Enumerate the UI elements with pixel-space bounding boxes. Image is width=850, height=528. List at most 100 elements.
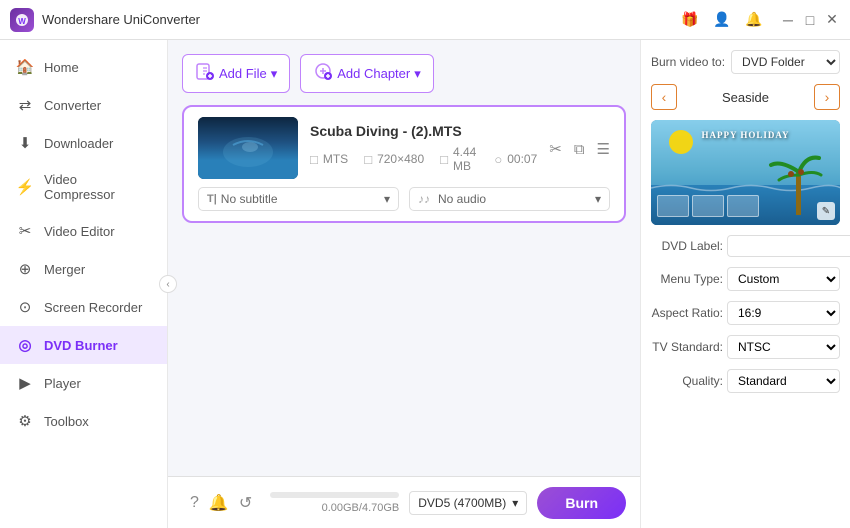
add-chapter-icon xyxy=(313,61,333,86)
toolbox-icon: ⚙ xyxy=(16,412,34,430)
burn-video-to-row: Burn video to: DVD FolderISO File xyxy=(651,50,840,74)
maximize-button[interactable]: □ xyxy=(802,12,818,28)
audio-dropdown-icon: ▾ xyxy=(595,192,601,206)
titlebar: W Wondershare UniConverter 🎁 👤 🔔 ─ □ ✕ xyxy=(0,0,850,40)
dvd-burner-icon: ◎ xyxy=(16,336,34,354)
sidebar: 🏠 Home ⇄ Converter ⬇ Downloader ⚡ Video … xyxy=(0,40,168,528)
compressor-icon: ⚡ xyxy=(16,178,34,196)
resolution-value: 720×480 xyxy=(377,152,424,166)
subtitle-select[interactable]: T| No subtitle ▾ xyxy=(198,187,399,211)
app-logo: W xyxy=(10,8,34,32)
sidebar-collapse-button[interactable]: ‹ xyxy=(159,275,177,293)
bottom-icons: ? 🔔 ↺ xyxy=(182,493,260,513)
file-actions: ✂ ⧉ ☰ xyxy=(549,138,610,158)
sidebar-item-video-editor[interactable]: ✂ Video Editor xyxy=(0,212,167,250)
add-chapter-label: Add Chapter xyxy=(337,66,410,81)
player-icon: ▶ xyxy=(16,374,34,392)
tv-standard-select[interactable]: NTSC PAL xyxy=(727,335,840,359)
format-icon: □ xyxy=(310,152,318,167)
audio-label: No audio xyxy=(438,192,591,206)
file-info: Scuba Diving - (2).MTS □ MTS □ 720×480 xyxy=(310,123,537,173)
progress-area: 0.00GB/4.70GB xyxy=(270,492,399,514)
subtitle-label: No subtitle xyxy=(221,192,380,206)
notification-icon[interactable]: 🔔 xyxy=(209,493,229,513)
duration-value: 00:07 xyxy=(507,152,537,166)
file-meta: □ MTS □ 720×480 □ 4.44 MB xyxy=(310,145,537,173)
template-next-button[interactable]: › xyxy=(814,84,840,110)
main-area: Add File ▾ Add Chapter ▾ xyxy=(168,40,640,528)
merger-icon: ⊕ xyxy=(16,260,34,278)
content-area: Add File ▾ Add Chapter ▾ xyxy=(168,40,640,476)
audio-select[interactable]: ♪♪ No audio ▾ xyxy=(409,187,610,211)
main-container: 🏠 Home ⇄ Converter ⬇ Downloader ⚡ Video … xyxy=(0,40,850,528)
right-panel: Burn video to: DVD FolderISO File ‹ Seas… xyxy=(640,40,850,528)
editor-icon: ✂ xyxy=(16,222,34,240)
add-file-label: Add File xyxy=(219,66,267,81)
aspect-ratio-row: Aspect Ratio: 16:9 4:3 xyxy=(651,301,840,325)
sidebar-item-toolbox[interactable]: ⚙ Toolbox xyxy=(0,402,167,440)
sidebar-item-downloader[interactable]: ⬇ Downloader xyxy=(0,124,167,162)
sidebar-item-dvd-burner[interactable]: ◎ DVD Burner xyxy=(0,326,167,364)
burn-destination-select[interactable]: DVD FolderISO File xyxy=(731,50,840,74)
sidebar-label-toolbox: Toolbox xyxy=(44,414,89,429)
menu-type-select[interactable]: CustomNoneClassic xyxy=(727,267,840,291)
quality-select[interactable]: Standard High Low xyxy=(727,369,840,393)
user-icon[interactable]: 👤 xyxy=(712,10,732,30)
template-nav: ‹ Seaside › xyxy=(651,84,840,110)
sidebar-item-screen-recorder[interactable]: ⊙ Screen Recorder xyxy=(0,288,167,326)
sidebar-item-merger[interactable]: ⊕ Merger xyxy=(0,250,167,288)
aspect-ratio-select[interactable]: 16:9 4:3 xyxy=(727,301,840,325)
minimize-button[interactable]: ─ xyxy=(780,12,796,28)
sidebar-item-player[interactable]: ▶ Player xyxy=(0,364,167,402)
feedback-icon[interactable]: ↺ xyxy=(239,493,252,513)
add-file-button[interactable]: Add File ▾ xyxy=(182,54,290,93)
disc-type-select[interactable]: DVD5 (4700MB) ▾ xyxy=(409,491,527,515)
sidebar-label-compressor: Video Compressor xyxy=(44,172,151,202)
preview-background: HAPPY HOLIDAY ✎ xyxy=(651,120,840,225)
preview-thumb-3 xyxy=(727,195,759,217)
file-card-bottom: T| No subtitle ▾ ♪♪ No audio ▾ xyxy=(198,187,610,211)
bell-icon[interactable]: 🔔 xyxy=(744,10,764,30)
duration-icon: ○ xyxy=(494,152,502,167)
cut-icon[interactable]: ✂ xyxy=(549,140,562,158)
add-chapter-dropdown-icon: ▾ xyxy=(414,66,421,82)
audio-wave-icon: ♪♪ xyxy=(418,192,430,206)
file-duration: ○ 00:07 xyxy=(494,152,537,167)
sidebar-label-dvd-burner: DVD Burner xyxy=(44,338,118,353)
add-chapter-button[interactable]: Add Chapter ▾ xyxy=(300,54,434,93)
copy-icon[interactable]: ⧉ xyxy=(574,141,585,158)
file-resolution: □ 720×480 xyxy=(364,152,424,167)
subtitle-dropdown-icon: ▾ xyxy=(384,192,390,206)
home-icon: 🏠 xyxy=(16,58,34,76)
dvd-label-input[interactable] xyxy=(727,235,850,257)
sidebar-item-converter[interactable]: ⇄ Converter xyxy=(0,86,167,124)
toolbar: Add File ▾ Add Chapter ▾ xyxy=(182,54,626,93)
file-size: □ 4.44 MB xyxy=(440,145,478,173)
sidebar-item-video-compressor[interactable]: ⚡ Video Compressor xyxy=(0,162,167,212)
preview-thumb-1 xyxy=(657,195,689,217)
sidebar-label-merger: Merger xyxy=(44,262,85,277)
template-name: Seaside xyxy=(722,90,769,105)
menu-type-row: Menu Type: CustomNoneClassic xyxy=(651,267,840,291)
burn-button[interactable]: Burn xyxy=(537,487,626,519)
template-prev-button[interactable]: ‹ xyxy=(651,84,677,110)
downloader-icon: ⬇ xyxy=(16,134,34,152)
file-card: Scuba Diving - (2).MTS □ MTS □ 720×480 xyxy=(182,105,626,223)
resolution-icon: □ xyxy=(364,152,372,167)
svg-text:W: W xyxy=(18,17,26,26)
template-preview: HAPPY HOLIDAY ✎ xyxy=(651,120,840,225)
file-thumbnail xyxy=(198,117,298,179)
progress-info: 0.00GB/4.70GB xyxy=(270,502,399,514)
menu-icon[interactable]: ☰ xyxy=(597,140,610,158)
menu-type-label: Menu Type: xyxy=(651,272,723,286)
sidebar-label-home: Home xyxy=(44,60,79,75)
file-format: □ MTS xyxy=(310,152,348,167)
sidebar-item-home[interactable]: 🏠 Home xyxy=(0,48,167,86)
close-button[interactable]: ✕ xyxy=(824,12,840,28)
sidebar-label-editor: Video Editor xyxy=(44,224,115,239)
help-icon[interactable]: ? xyxy=(190,494,199,512)
edit-preview-button[interactable]: ✎ xyxy=(817,202,835,220)
titlebar-actions: 🎁 👤 🔔 xyxy=(680,10,764,30)
gift-icon[interactable]: 🎁 xyxy=(680,10,700,30)
progress-bar-background xyxy=(270,492,399,498)
